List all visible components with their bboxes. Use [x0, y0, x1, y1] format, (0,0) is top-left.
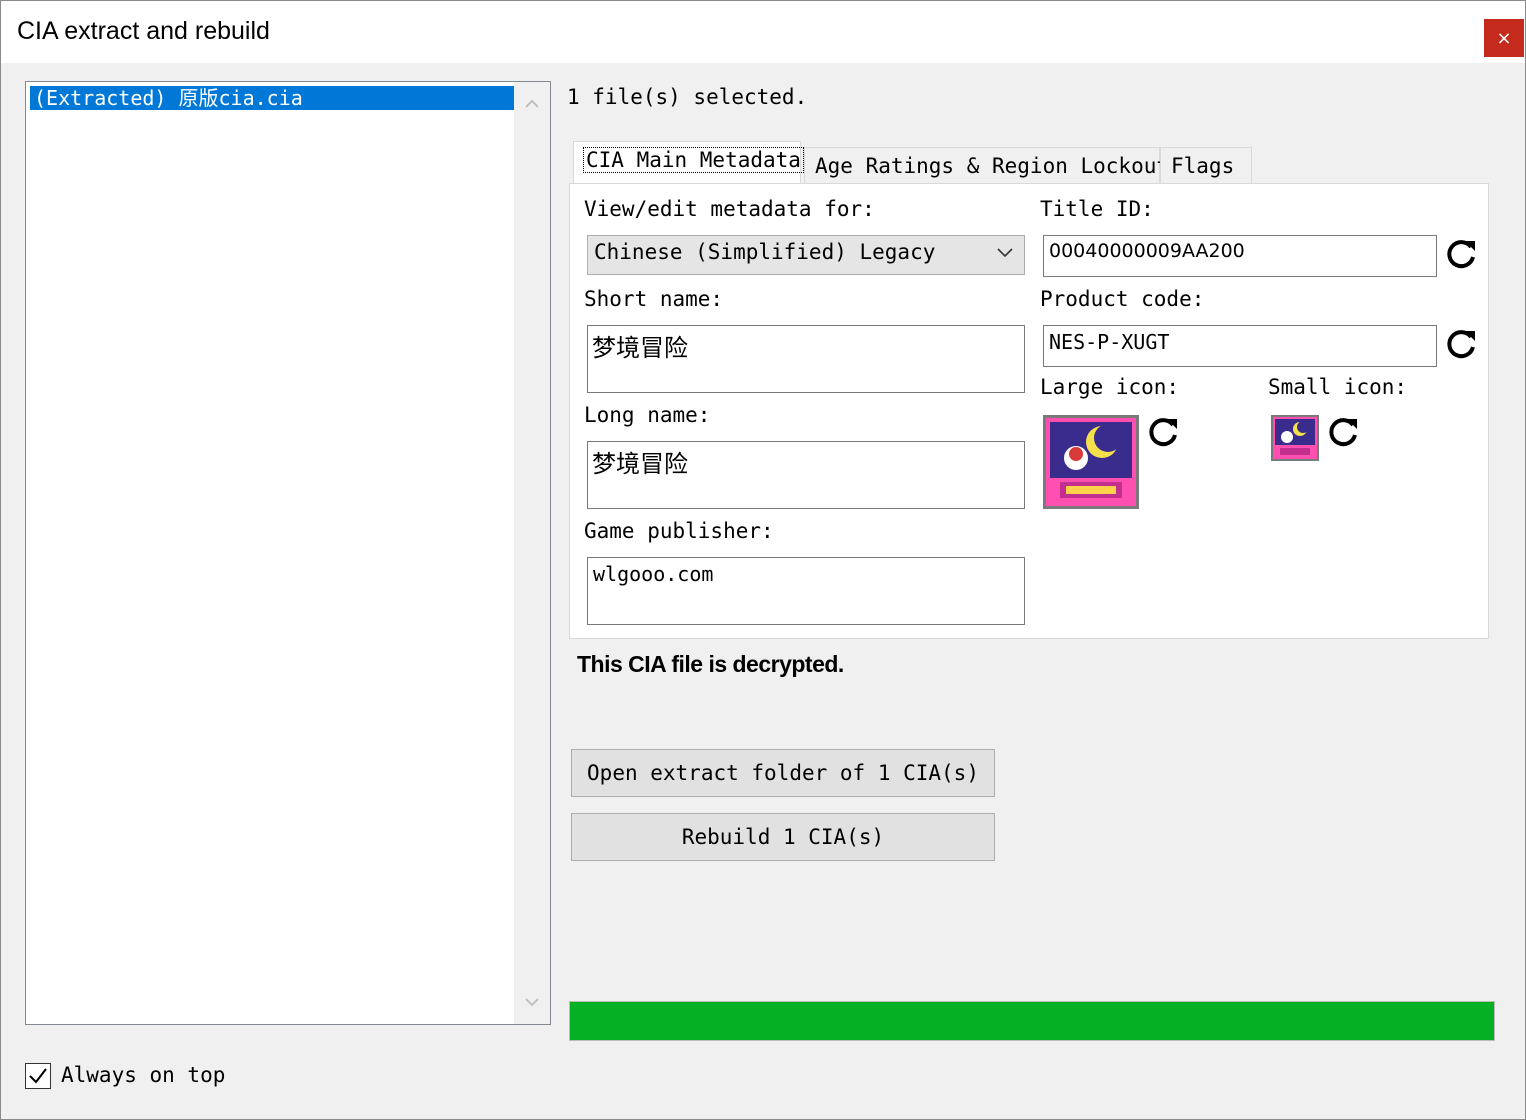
large-game-icon[interactable]	[1043, 415, 1139, 509]
tab-flags[interactable]: Flags	[1160, 147, 1252, 185]
title-id-label: Title ID:	[1040, 197, 1154, 221]
long-name-field[interactable]: 梦境冒险	[587, 441, 1025, 509]
rebuild-button[interactable]: Rebuild 1 CIA(s)	[571, 813, 995, 861]
refresh-product-code-icon[interactable]	[1443, 327, 1479, 363]
file-listbox[interactable]: (Extracted) 原版cia.cia	[25, 81, 551, 1025]
close-button[interactable]: ×	[1484, 19, 1524, 57]
file-list-item[interactable]: (Extracted) 原版cia.cia	[30, 86, 514, 110]
product-code-label: Product code:	[1040, 287, 1205, 311]
title-bar[interactable]: CIA extract and rebuild ×	[1, 1, 1525, 63]
always-on-top-label[interactable]: Always on top	[61, 1063, 225, 1087]
scroll-down-arrow-icon[interactable]	[514, 984, 550, 1020]
refresh-title-id-icon[interactable]	[1443, 237, 1479, 273]
decryption-status: This CIA file is decrypted.	[577, 651, 844, 677]
selection-status: 1 file(s) selected.	[567, 85, 808, 109]
publisher-field[interactable]: wlgooo.com	[587, 557, 1025, 625]
checkmark-icon	[29, 1068, 47, 1084]
scroll-up-arrow-icon[interactable]	[514, 86, 550, 122]
tab-label: Age Ratings & Region Lockout	[815, 154, 1170, 178]
language-selected-value: Chinese (Simplified) Legacy	[594, 240, 936, 264]
window-title: CIA extract and rebuild	[17, 17, 270, 45]
open-extract-folder-button[interactable]: Open extract folder of 1 CIA(s)	[571, 749, 995, 797]
long-name-label: Long name:	[584, 403, 711, 427]
language-select[interactable]: Chinese (Simplified) Legacy	[587, 235, 1025, 275]
short-name-field[interactable]: 梦境冒险	[587, 325, 1025, 393]
tab-age-ratings-region-lockout[interactable]: Age Ratings & Region Lockout	[804, 147, 1169, 185]
refresh-large-icon-icon[interactable]	[1145, 415, 1181, 451]
small-game-icon[interactable]	[1271, 415, 1319, 461]
large-icon-label: Large icon:	[1040, 375, 1180, 399]
refresh-small-icon-icon[interactable]	[1325, 415, 1361, 451]
progress-bar	[569, 1001, 1495, 1041]
view-edit-label: View/edit metadata for:	[584, 197, 875, 221]
product-code-field[interactable]: NES-P-XUGT	[1043, 325, 1437, 367]
progress-fill	[570, 1002, 1494, 1040]
cia-window: CIA extract and rebuild × (Extracted) 原版…	[0, 0, 1526, 1120]
small-icon-label: Small icon:	[1268, 375, 1408, 399]
always-on-top-checkbox[interactable]	[25, 1063, 51, 1089]
short-name-label: Short name:	[584, 287, 724, 311]
tab-label: CIA Main Metadata	[583, 147, 804, 173]
tab-cia-main-metadata[interactable]: CIA Main Metadata	[573, 141, 804, 183]
title-id-field[interactable]: 00040000009AA200	[1043, 235, 1437, 277]
list-scrollbar[interactable]	[514, 82, 550, 1024]
tab-label: Flags	[1171, 154, 1235, 178]
publisher-label: Game publisher:	[584, 519, 774, 543]
chevron-down-icon	[996, 242, 1014, 263]
